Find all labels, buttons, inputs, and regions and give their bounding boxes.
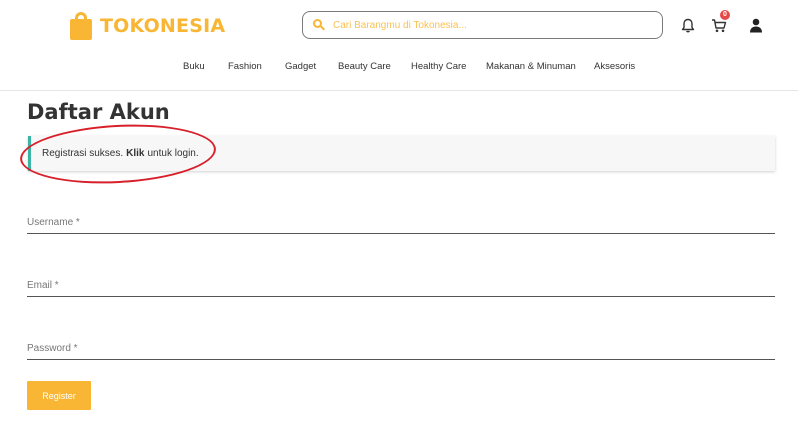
- email-field: [27, 275, 775, 297]
- account-button[interactable]: [745, 14, 767, 36]
- success-notice: Registrasi sukses. Klik untuk login.: [28, 136, 775, 171]
- register-button[interactable]: Register: [27, 381, 91, 410]
- cart-button[interactable]: 0: [708, 10, 730, 36]
- category-nav: Buku Fashion Gadget Beauty Care Healthy …: [0, 61, 798, 75]
- nav-item-healthy-care[interactable]: Healthy Care: [411, 61, 466, 72]
- nav-item-buku[interactable]: Buku: [183, 61, 205, 72]
- search-bar[interactable]: [302, 11, 663, 39]
- nav-item-gadget[interactable]: Gadget: [285, 61, 316, 72]
- site-header: TOKONESIA 0 Buku Fashion Gadget Beauty C…: [0, 0, 798, 91]
- username-field: [27, 212, 775, 234]
- search-icon: [313, 19, 325, 31]
- login-link[interactable]: Klik: [126, 148, 144, 159]
- password-input[interactable]: [27, 338, 775, 359]
- notification-button[interactable]: [677, 14, 699, 36]
- password-field: [27, 338, 775, 360]
- username-input[interactable]: [27, 212, 775, 233]
- page-title: Daftar Akun: [27, 100, 170, 124]
- cart-count-badge: 0: [720, 10, 730, 20]
- user-icon: [750, 18, 762, 32]
- shopping-bag-icon: [68, 12, 94, 40]
- notice-text: Registrasi sukses.: [42, 148, 124, 159]
- brand-name: TOKONESIA: [100, 15, 226, 37]
- email-input[interactable]: [27, 275, 775, 296]
- nav-item-fashion[interactable]: Fashion: [228, 61, 262, 72]
- bell-icon: [681, 18, 695, 32]
- nav-item-aksesoris[interactable]: Aksesoris: [594, 61, 635, 72]
- search-input[interactable]: [333, 19, 653, 31]
- notice-suffix: untuk login.: [147, 148, 199, 159]
- logo[interactable]: TOKONESIA: [68, 12, 225, 40]
- nav-item-makanan-minuman[interactable]: Makanan & Minuman: [486, 61, 576, 72]
- nav-item-beauty-care[interactable]: Beauty Care: [338, 61, 391, 72]
